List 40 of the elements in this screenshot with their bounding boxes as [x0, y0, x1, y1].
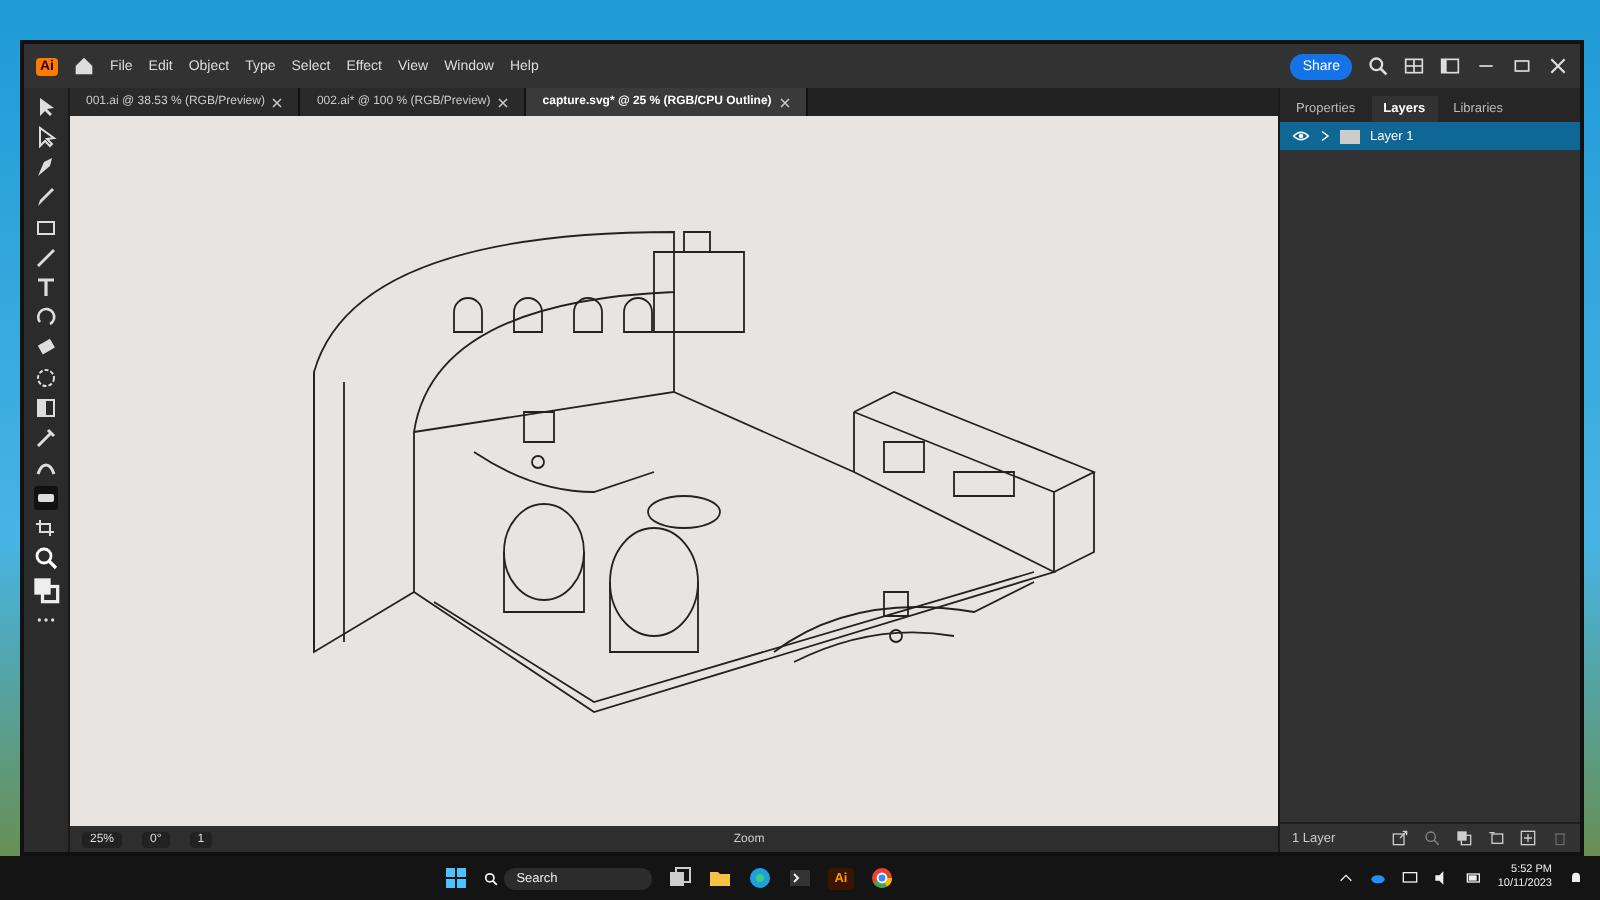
- search-icon[interactable]: [484, 871, 499, 885]
- task-view-icon[interactable]: [668, 866, 693, 890]
- export-icon[interactable]: [1392, 830, 1408, 846]
- close-icon[interactable]: [779, 97, 790, 107]
- tool-icon[interactable]: [34, 156, 58, 180]
- eye-icon[interactable]: [1292, 130, 1310, 142]
- tool-icon[interactable]: [34, 126, 58, 150]
- chrome-icon[interactable]: [869, 866, 894, 890]
- cloud-icon[interactable]: [1369, 870, 1386, 886]
- tool-icon[interactable]: [34, 246, 58, 270]
- home-icon[interactable]: [74, 56, 94, 76]
- close-icon[interactable]: [272, 97, 283, 107]
- tool-icon[interactable]: [34, 186, 58, 210]
- add-layer-icon[interactable]: [1520, 830, 1536, 846]
- fill-stroke-icon[interactable]: [32, 576, 60, 604]
- close-icon[interactable]: [1548, 56, 1568, 76]
- tool-icon[interactable]: [34, 216, 58, 240]
- tool-icon[interactable]: [34, 516, 58, 540]
- search-icon[interactable]: [1368, 56, 1388, 76]
- tool-icon[interactable]: [34, 396, 58, 420]
- terminal-icon[interactable]: [788, 866, 813, 890]
- tool-icon[interactable]: [34, 96, 58, 120]
- tool-icon[interactable]: [34, 306, 58, 330]
- tool-icon[interactable]: [34, 366, 58, 390]
- folder-icon[interactable]: [708, 866, 733, 890]
- tool-icon[interactable]: [34, 336, 58, 360]
- battery-icon[interactable]: [1465, 870, 1482, 886]
- network-icon[interactable]: [1401, 870, 1418, 886]
- tool-icon[interactable]: [34, 426, 58, 450]
- layer-thumbnail: [1340, 129, 1360, 143]
- notification-icon[interactable]: [1568, 870, 1584, 886]
- chevron-up-icon[interactable]: [1337, 870, 1354, 886]
- window-layout-icon[interactable]: [1440, 56, 1460, 76]
- grid-icon[interactable]: [1404, 56, 1424, 76]
- maximize-icon[interactable]: [1512, 56, 1532, 76]
- tool-icon[interactable]: [34, 486, 58, 510]
- tool-icon[interactable]: [34, 276, 58, 300]
- zoom-tool-icon[interactable]: [34, 546, 58, 570]
- windows-start-icon[interactable]: [444, 866, 469, 890]
- close-icon[interactable]: [498, 97, 509, 107]
